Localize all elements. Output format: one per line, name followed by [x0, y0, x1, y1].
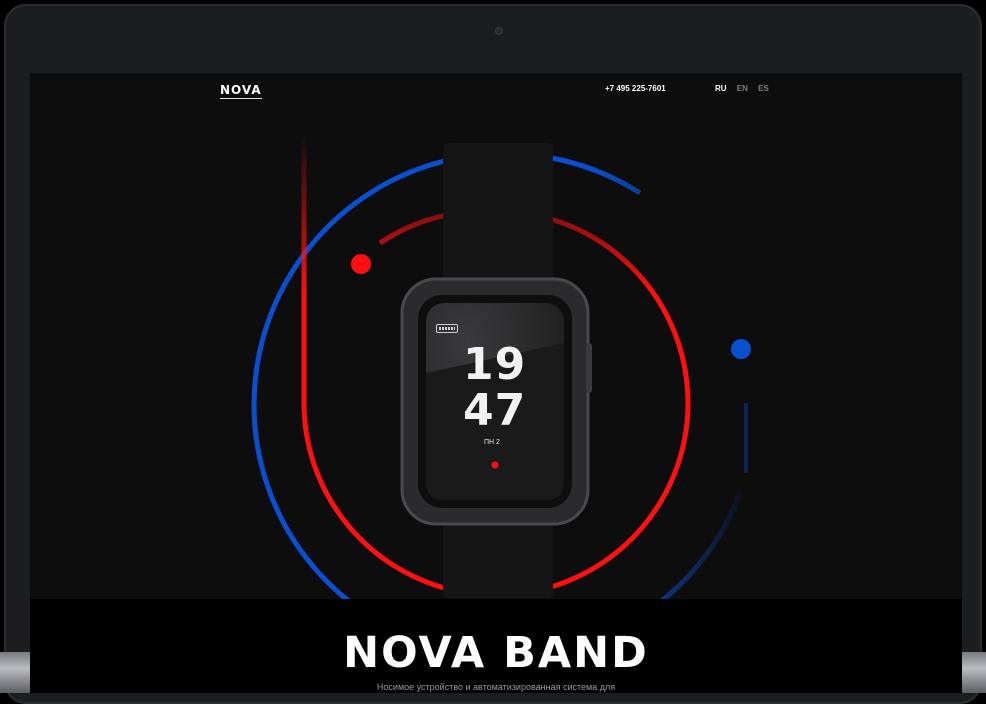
- watch-hour: 19: [463, 339, 527, 390]
- product-subtitle: Носимое устройство и автоматизированная …: [376, 682, 616, 692]
- watch-minute: 47: [463, 385, 527, 436]
- site-logo[interactable]: NOVA: [220, 83, 262, 99]
- lang-en[interactable]: EN: [737, 84, 748, 93]
- product-intro: NOVA BAND Носимое устройство и автоматиз…: [30, 599, 962, 693]
- watch-crown: [586, 343, 592, 393]
- hero-graphic: [251, 133, 751, 599]
- browser-screen: NOVA +7 495 225-7601 RU EN ES 19 47 ПН 2…: [30, 73, 962, 693]
- watch-day: ПН 2: [484, 439, 500, 446]
- lang-es[interactable]: ES: [758, 84, 769, 93]
- product-title: NOVA BAND: [343, 628, 649, 678]
- blue-dot: [731, 339, 751, 359]
- lang-ru[interactable]: RU: [715, 84, 727, 93]
- watch-strap-top: [443, 143, 553, 293]
- hero-section: NOVA +7 495 225-7601 RU EN ES 19 47 ПН 2: [30, 73, 962, 599]
- red-dot: [351, 254, 371, 274]
- phone-number[interactable]: +7 495 225-7601: [605, 84, 666, 93]
- battery-icon: [436, 324, 458, 333]
- webcam: [495, 27, 503, 35]
- watch-screen-dot: [491, 461, 499, 469]
- language-switcher: RU EN ES: [715, 84, 777, 93]
